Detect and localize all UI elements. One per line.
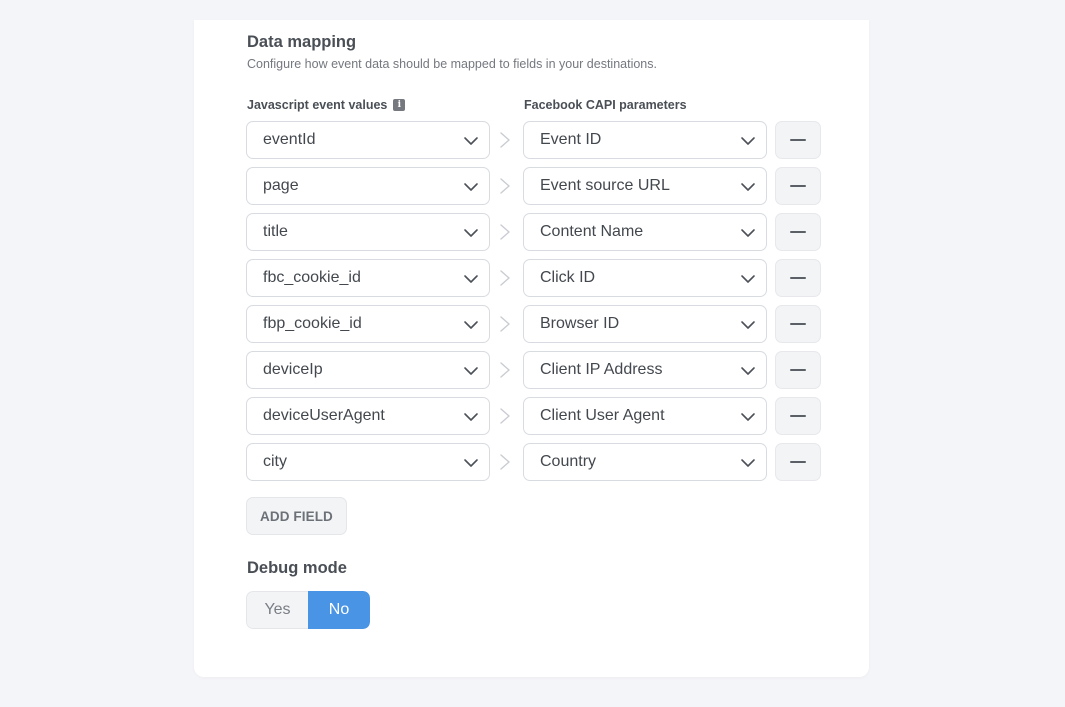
chevron-right-icon (500, 178, 510, 194)
chevron-down-icon (741, 275, 755, 283)
chevron-down-icon (464, 413, 478, 421)
minus-icon (790, 185, 806, 187)
remove-row-button[interactable] (775, 167, 821, 205)
column-header-source: Javascript event values i (247, 98, 406, 112)
column-header-source-label: Javascript event values (247, 98, 388, 112)
chevron-right-icon (500, 132, 510, 148)
mapping-row: deviceUserAgent Client User Agent (246, 397, 826, 443)
target-select[interactable]: Event ID (523, 121, 767, 159)
target-select-value: Browser ID (540, 315, 620, 332)
minus-icon (790, 323, 806, 325)
source-select[interactable]: fbc_cookie_id (246, 259, 490, 297)
remove-row-button[interactable] (775, 443, 821, 481)
remove-row-button[interactable] (775, 213, 821, 251)
mapping-rows: eventId Event ID page Event source URL t… (246, 121, 826, 489)
remove-row-button[interactable] (775, 259, 821, 297)
minus-icon (790, 139, 806, 141)
source-select[interactable]: city (246, 443, 490, 481)
chevron-right-icon (500, 316, 510, 332)
mapping-row: fbc_cookie_id Click ID (246, 259, 826, 305)
remove-row-button[interactable] (775, 305, 821, 343)
debug-mode-title: Debug mode (247, 559, 347, 577)
chevron-down-icon (464, 275, 478, 283)
source-select-value: fbc_cookie_id (263, 269, 361, 286)
section-description: Configure how event data should be mappe… (247, 57, 657, 71)
chevron-down-icon (464, 459, 478, 467)
source-select[interactable]: page (246, 167, 490, 205)
chevron-down-icon (741, 137, 755, 145)
mapping-row: title Content Name (246, 213, 826, 259)
add-field-button[interactable]: ADD FIELD (246, 497, 347, 535)
chevron-right-icon (500, 362, 510, 378)
target-select[interactable]: Content Name (523, 213, 767, 251)
remove-row-button[interactable] (775, 121, 821, 159)
source-select[interactable]: title (246, 213, 490, 251)
mapping-row: deviceIp Client IP Address (246, 351, 826, 397)
mapping-row: page Event source URL (246, 167, 826, 213)
source-select[interactable]: eventId (246, 121, 490, 159)
target-select-value: Content Name (540, 223, 644, 240)
target-select[interactable]: Client IP Address (523, 351, 767, 389)
target-select[interactable]: Click ID (523, 259, 767, 297)
remove-row-button[interactable] (775, 397, 821, 435)
source-select-value: deviceUserAgent (263, 407, 385, 424)
chevron-down-icon (464, 367, 478, 375)
chevron-down-icon (464, 137, 478, 145)
section-title: Data mapping (247, 33, 357, 51)
chevron-right-icon (500, 408, 510, 424)
chevron-down-icon (464, 229, 478, 237)
mapping-row: eventId Event ID (246, 121, 826, 167)
chevron-down-icon (741, 413, 755, 421)
chevron-down-icon (741, 459, 755, 467)
chevron-down-icon (464, 321, 478, 329)
source-select-value: fbp_cookie_id (263, 315, 362, 332)
source-select-value: city (263, 453, 287, 470)
source-select-value: title (263, 223, 288, 240)
remove-row-button[interactable] (775, 351, 821, 389)
target-select[interactable]: Event source URL (523, 167, 767, 205)
target-select-value: Client User Agent (540, 407, 665, 424)
debug-mode-toggle: Yes No (246, 591, 370, 629)
minus-icon (790, 461, 806, 463)
minus-icon (790, 415, 806, 417)
minus-icon (790, 277, 806, 279)
chevron-down-icon (741, 229, 755, 237)
debug-no-option[interactable]: No (308, 591, 370, 629)
minus-icon (790, 231, 806, 233)
chevron-down-icon (741, 321, 755, 329)
chevron-down-icon (741, 183, 755, 191)
source-select[interactable]: deviceIp (246, 351, 490, 389)
chevron-right-icon (500, 270, 510, 286)
source-select-value: deviceIp (263, 361, 323, 378)
target-select-value: Event source URL (540, 177, 670, 194)
chevron-down-icon (741, 367, 755, 375)
mapping-row: fbp_cookie_id Browser ID (246, 305, 826, 351)
target-select[interactable]: Country (523, 443, 767, 481)
target-select[interactable]: Client User Agent (523, 397, 767, 435)
column-header-target: Facebook CAPI parameters (524, 98, 687, 112)
source-select[interactable]: fbp_cookie_id (246, 305, 490, 343)
debug-yes-option[interactable]: Yes (246, 591, 308, 629)
target-select-value: Client IP Address (540, 361, 663, 378)
source-select[interactable]: deviceUserAgent (246, 397, 490, 435)
target-select[interactable]: Browser ID (523, 305, 767, 343)
source-select-value: eventId (263, 131, 316, 148)
minus-icon (790, 369, 806, 371)
data-mapping-card: Data mapping Configure how event data sh… (194, 20, 869, 677)
target-select-value: Country (540, 453, 597, 470)
target-select-value: Click ID (540, 269, 596, 286)
target-select-value: Event ID (540, 131, 602, 148)
source-select-value: page (263, 177, 299, 194)
info-icon[interactable]: i (393, 99, 406, 111)
column-header-target-label: Facebook CAPI parameters (524, 98, 687, 112)
chevron-right-icon (500, 224, 510, 240)
chevron-down-icon (464, 183, 478, 191)
chevron-right-icon (500, 454, 510, 470)
mapping-row: city Country (246, 443, 826, 489)
